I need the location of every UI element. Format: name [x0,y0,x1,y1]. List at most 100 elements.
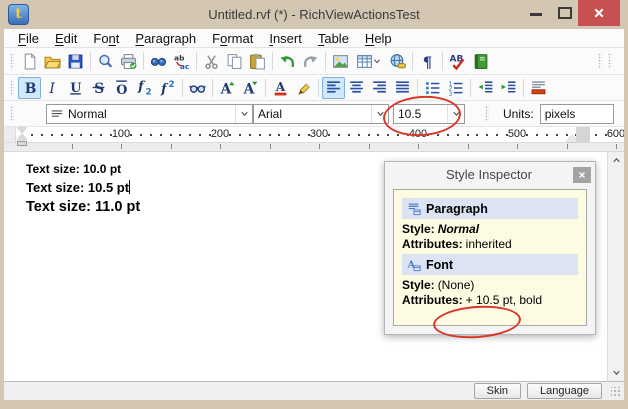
cut-button[interactable] [200,50,223,72]
align-right-button[interactable] [368,77,391,99]
find-button[interactable] [147,50,170,72]
bullet-list-button[interactable] [421,77,444,99]
new-document-button[interactable] [18,50,41,72]
align-justify-button[interactable] [391,77,414,99]
menu-item-format[interactable]: Format [204,30,261,47]
toolbar-grip[interactable] [10,53,14,69]
undo-button[interactable] [276,50,299,72]
toolbar-grip[interactable] [598,53,602,69]
shrink-font-button[interactable] [239,77,262,99]
inspector-row: Attributes:inherited [402,237,578,252]
ruler-tick [447,134,449,136]
subscript-button[interactable] [133,77,156,99]
increase-indent-button[interactable] [497,77,520,99]
ruler-half-tick [418,144,419,149]
text-highlight-icon [295,79,312,96]
align-center-button[interactable] [345,77,368,99]
italic-button[interactable] [41,77,64,99]
inspector-row-label: Style: [402,278,435,292]
overline-button[interactable] [110,77,133,99]
superscript-button[interactable] [156,77,179,99]
toolbar-grip[interactable] [10,80,14,96]
replace-icon [173,53,190,70]
inspector-section-header-paragraph: Paragraph [402,198,578,219]
vertical-scrollbar[interactable] [607,152,624,381]
units-combobox[interactable]: pixels [540,104,614,124]
close-button[interactable] [578,0,620,26]
style-combobox[interactable]: Normal [46,104,253,124]
toolbar-dock-grips [596,53,616,69]
redo-button[interactable] [299,50,322,72]
app-window: t Untitled.rvf (*) - RichViewActionsTest… [0,0,628,409]
save-button[interactable] [64,50,87,72]
ruler-tick [31,134,33,136]
document-text-line[interactable]: Text size: 10.0 pt [26,160,140,178]
find-icon [150,53,167,70]
right-indent-marker[interactable] [566,127,590,143]
menu-item-table[interactable]: Table [310,30,357,47]
show-formatting-button[interactable] [416,50,439,72]
bold-button[interactable] [18,77,41,99]
insert-image-button[interactable] [329,50,352,72]
inspector-row: Style:Normal [402,222,578,237]
thesaurus-icon [472,53,489,70]
scroll-down-button[interactable] [608,364,625,381]
left-indent-box[interactable] [17,141,27,146]
font-combobox[interactable]: Arial [253,104,389,124]
paragraph-color-button[interactable] [527,77,550,99]
toolbar-grip[interactable] [608,53,612,69]
print-preview-button[interactable] [94,50,117,72]
maximize-button[interactable] [558,7,572,19]
insert-table-button[interactable] [352,50,386,72]
open-button[interactable] [41,50,64,72]
menu-item-file[interactable]: File [10,30,47,47]
font-size-combobox-arrow[interactable] [447,105,464,123]
numbered-list-button[interactable] [444,77,467,99]
copy-button[interactable] [223,50,246,72]
font-color-button[interactable] [269,77,292,99]
print-button[interactable] [117,50,140,72]
decrease-indent-button[interactable] [474,77,497,99]
menu-item-edit[interactable]: Edit [47,30,85,47]
font-section-icon [407,258,421,272]
language-button[interactable]: Language [527,383,602,399]
underline-button[interactable] [64,77,87,99]
ruler-half-tick [171,144,172,149]
style-inspector-titlebar[interactable]: Style Inspector [385,162,595,187]
paste-button[interactable] [246,50,269,72]
toolbar-grip[interactable] [485,106,489,122]
replace-button[interactable] [170,50,193,72]
grow-font-button[interactable] [216,77,239,99]
strikethrough-button[interactable] [87,77,110,99]
align-left-button[interactable] [322,77,345,99]
scroll-up-button[interactable] [608,152,625,169]
document-text-line[interactable]: Text size: 11.0 pt [26,197,140,218]
inspector-row-label: Style: [402,222,435,236]
ruler-tick [387,134,389,136]
thesaurus-button[interactable] [469,50,492,72]
font-combobox-arrow[interactable] [371,105,388,123]
left-indent-marker[interactable] [17,127,27,147]
copy-icon [226,53,243,70]
hyperlink-button[interactable] [386,50,409,72]
toolbar-grip[interactable] [10,106,14,122]
resize-grip[interactable] [611,387,621,397]
style-combobox-arrow[interactable] [235,105,252,123]
menu-item-font[interactable]: Font [85,30,127,47]
skin-button[interactable]: Skin [474,383,521,399]
minimize-button[interactable] [530,13,542,16]
menu-bar: FileEditFontParagraphFormatInsertTableHe… [4,29,624,48]
menu-item-help[interactable]: Help [357,30,400,47]
text-highlight-button[interactable] [292,77,315,99]
hanging-indent-marker[interactable] [17,134,27,140]
font-size-combobox[interactable]: 10.5 [393,104,465,124]
document-text-line[interactable]: Text size: 10.5 pt [26,178,140,197]
ruler-tick [160,134,162,136]
ruler-half-tick [616,144,617,149]
hidden-text-button[interactable] [186,77,209,99]
first-line-indent-marker[interactable] [17,127,27,133]
menu-item-paragraph[interactable]: Paragraph [127,30,204,47]
menu-item-insert[interactable]: Insert [261,30,310,47]
style-inspector-close-button[interactable] [573,167,591,183]
spell-check-button[interactable] [446,50,469,72]
